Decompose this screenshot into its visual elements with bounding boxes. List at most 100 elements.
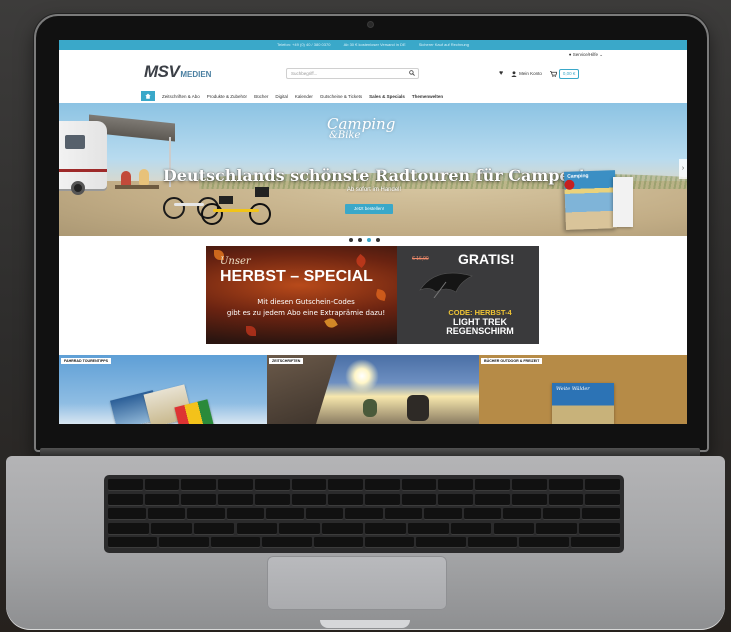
keyboard-key — [536, 522, 578, 534]
slider-dot-active[interactable] — [367, 238, 371, 242]
banner-text: Mit diesen Gutschein-Codes gibt es zu je… — [216, 297, 396, 319]
slider-dot[interactable] — [349, 238, 353, 242]
keyboard-key — [365, 479, 400, 490]
nav-item-kalender[interactable]: Kalender — [295, 94, 313, 99]
site-logo[interactable]: MSVMEDIEN — [144, 62, 211, 82]
tile-label: BÜCHER OUTDOOR & FREIZEIT — [481, 358, 543, 364]
account-button[interactable]: Mein Konto — [511, 70, 542, 77]
keyboard-key — [187, 508, 225, 519]
info-phone: Telefon: +49 (0) 40 / 380 0370 — [276, 42, 331, 47]
climber-figure — [407, 395, 429, 421]
main-nav: Zeitschriften & Abo Produkte & Zubehör B… — [141, 91, 443, 101]
keyboard-key — [407, 522, 449, 534]
user-icon — [511, 70, 517, 77]
keyboard-key — [511, 479, 547, 490]
cart-icon — [549, 70, 557, 77]
header-actions: ♥ Mein Konto 0,00 € — [499, 68, 580, 79]
chevron-right-icon: › — [681, 165, 685, 172]
keyboard — [104, 475, 624, 553]
camper-wheel — [71, 181, 85, 195]
keyboard-key — [159, 537, 209, 547]
nav-item-buecher[interactable]: Bücher — [254, 94, 268, 99]
banner-gratis: GRATIS! — [458, 251, 515, 267]
sun-glare — [345, 359, 379, 393]
tile-zeitschriften[interactable]: ZEITSCHRIFTEN — [267, 355, 479, 424]
nav-item-produkte[interactable]: Produkte & Zubehör — [207, 94, 247, 99]
order-now-button[interactable]: Jetzt bestellen! — [345, 204, 393, 214]
keyboard-key — [548, 493, 584, 505]
slider-dot[interactable] — [358, 238, 362, 242]
search-input[interactable]: Suchbegriff... — [286, 68, 419, 79]
keyboard-key — [150, 522, 192, 534]
keyboard-key — [291, 479, 327, 490]
climber-figure — [363, 399, 377, 417]
keyboard-key — [519, 537, 569, 547]
info-icon: ● — [568, 52, 572, 57]
keyboard-key — [328, 493, 363, 505]
nav-item-zeitschriften[interactable]: Zeitschriften & Abo — [162, 94, 200, 99]
keyboard-key — [266, 508, 304, 519]
keyboard-key — [313, 537, 363, 547]
tile-fahrrad-tourentipps[interactable]: FAHRRAD TOURENTIPPS — [59, 355, 267, 424]
account-label: Mein Konto — [519, 71, 542, 76]
keyboard-key — [108, 522, 149, 534]
info-bar: Telefon: +49 (0) 40 / 380 0370 Ab 30 € k… — [59, 40, 687, 50]
keyboard-key — [548, 479, 584, 490]
slider-dot[interactable] — [376, 238, 380, 242]
keyboard-key — [450, 522, 492, 534]
keyboard-key — [570, 537, 620, 547]
keyboard-key — [328, 479, 363, 490]
keyboard-key — [401, 493, 437, 505]
keyboard-key — [365, 493, 400, 505]
camper-window — [65, 135, 85, 149]
book-title: Weite Wälder — [556, 386, 590, 392]
keyboard-key — [144, 479, 180, 490]
banner-code: CODE: HERBST-4 — [448, 308, 512, 317]
nav-item-digital[interactable]: Digital — [275, 94, 288, 99]
hero-slider[interactable]: Camping &Bike Deutschlands schönste Radt… — [59, 103, 687, 236]
herbst-special-banner[interactable]: Unser HERBST – SPECIAL Mit diesen Gutsch… — [206, 246, 539, 344]
keyboard-key — [493, 522, 535, 534]
slider-next-button[interactable]: › — [679, 159, 687, 179]
wishlist-button[interactable]: ♥ — [499, 70, 503, 77]
magazine-cover-2 — [613, 177, 633, 227]
tile-buecher-outdoor[interactable]: BÜCHER OUTDOOR & FREIZEIT Weite Wälder — [479, 355, 687, 424]
keyboard-key — [416, 537, 466, 547]
tile-label: FAHRRAD TOURENTIPPS — [61, 358, 112, 364]
keyboard-key — [401, 479, 437, 490]
search-icon[interactable] — [409, 70, 415, 76]
magazine-badge — [564, 179, 575, 190]
service-help-link[interactable]: ● Service/Hilfe ⌄ — [569, 52, 603, 58]
bike-wheel — [249, 203, 271, 225]
keyboard-key — [467, 537, 518, 547]
umbrella-icon — [419, 272, 473, 298]
keyboard-key — [582, 508, 620, 519]
keyboard-key — [305, 508, 344, 519]
keyboard-key — [108, 493, 143, 505]
camper-van — [59, 121, 107, 195]
bike-bag — [255, 187, 269, 197]
browser-screen: Telefon: +49 (0) 40 / 380 0370 Ab 30 € k… — [59, 40, 687, 424]
cart-button[interactable]: 0,00 € — [549, 68, 580, 79]
logo-msv: MSV — [144, 62, 180, 81]
hero-subtitle: Ab sofort im Handel! — [346, 187, 402, 193]
keyboard-key — [218, 493, 253, 505]
hero-title: Deutschlands schönste Radtouren für Camp… — [162, 166, 586, 185]
bike-frame — [213, 209, 259, 212]
magazine-cover[interactable]: Camping — [564, 170, 617, 230]
keyboard-key — [542, 508, 581, 519]
home-button[interactable] — [141, 91, 155, 101]
keyboard-key — [365, 522, 406, 534]
banner-special-title: HERBST – SPECIAL — [220, 268, 373, 285]
keyboard-key — [108, 508, 146, 519]
nav-item-gutscheine[interactable]: Gutscheine & Tickets — [320, 94, 362, 99]
keyboard-key — [585, 493, 620, 505]
leaf-decoration — [246, 326, 256, 336]
nav-item-sales[interactable]: Sales & Specials — [369, 94, 405, 99]
tile-label: ZEITSCHRIFTEN — [269, 358, 304, 364]
nav-item-themenwelten[interactable]: Themenwelten — [412, 94, 443, 99]
keyboard-key — [291, 493, 327, 505]
keyboard-key — [463, 508, 502, 519]
webcam — [368, 22, 373, 27]
bike-frame — [174, 203, 204, 206]
